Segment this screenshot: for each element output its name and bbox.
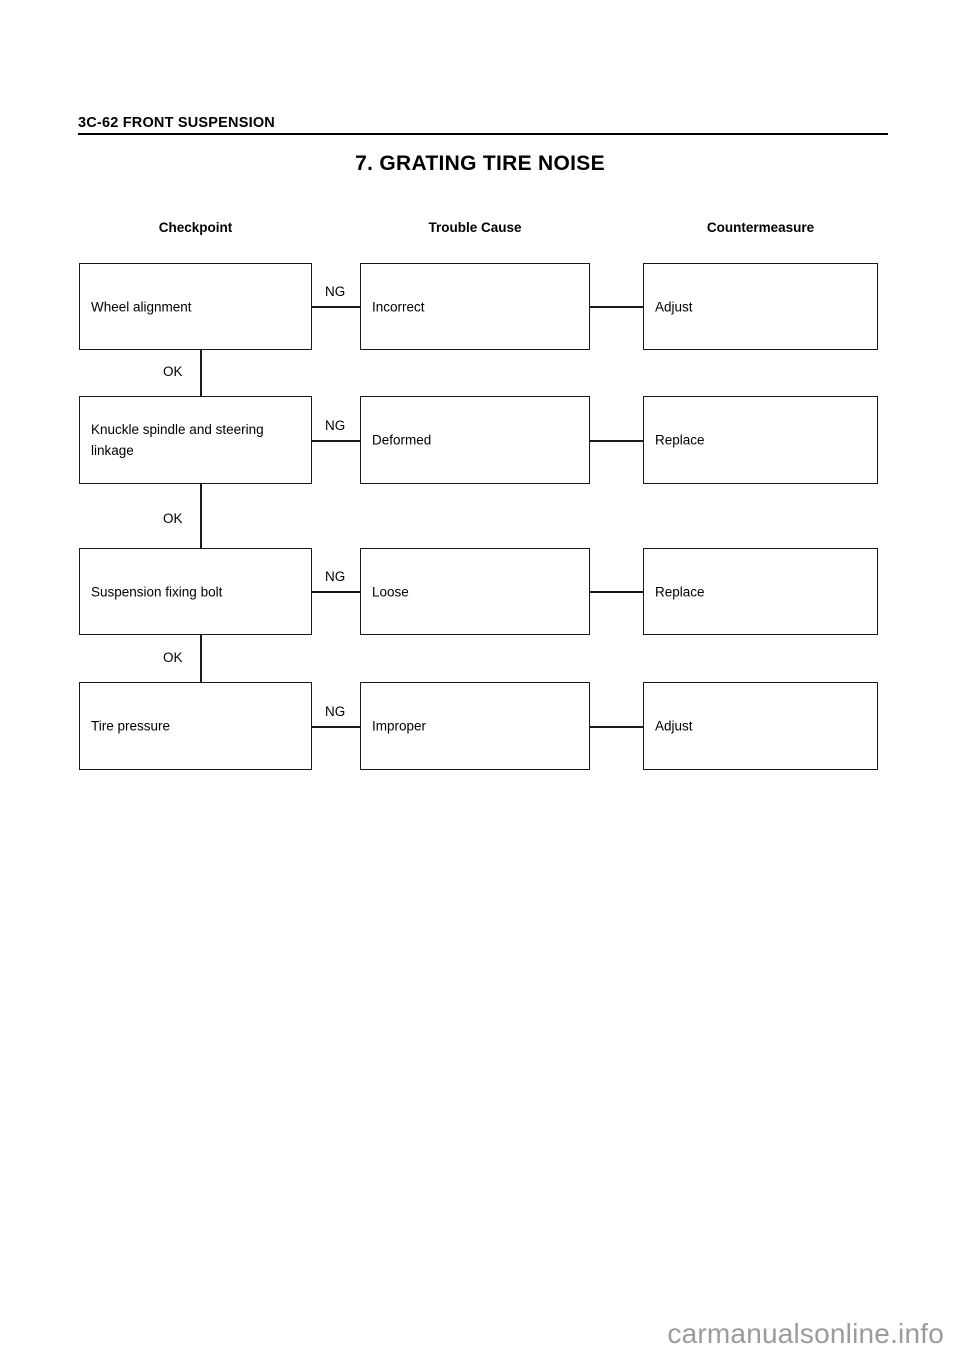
edge-label-ng-1: NG [325,284,346,299]
connector-checkpoint-to-cause-2 [312,440,360,442]
connector-checkpoint-to-cause-4 [312,726,360,728]
connector-ok-2 [200,484,202,548]
troubleshooting-flowchart: Wheel alignment NG Incorrect Adjust OK K… [0,0,960,1358]
site-watermark: carmanualsonline.info [667,1318,944,1349]
countermeasure-label-1: Adjust [655,299,693,314]
countermeasure-box-1: Adjust [643,263,878,350]
edge-label-ng-3: NG [325,569,346,584]
countermeasure-label-4: Adjust [655,718,693,734]
edge-label-ok-1: OK [163,364,183,379]
trouble-cause-label-4: Improper [372,718,427,734]
checkpoint-box-3: Suspension fixing bolt [79,548,312,635]
countermeasure-label-2: Replace [655,432,705,448]
trouble-cause-label-3: Loose [372,584,409,599]
connector-cause-to-countermeasure-2 [590,440,643,442]
checkpoint-label-4: Tire pressure [91,718,171,734]
trouble-cause-label-2: Deformed [372,432,432,448]
checkpoint-box-1: Wheel alignment [79,263,312,350]
countermeasure-box-4: Adjust [643,682,878,770]
trouble-cause-box-1: Incorrect [360,263,590,350]
countermeasure-box-2: Replace [643,396,878,484]
trouble-cause-box-2: Deformed [360,396,590,484]
connector-checkpoint-to-cause-1 [312,306,360,308]
connector-cause-to-countermeasure-1 [590,306,643,308]
trouble-cause-box-3: Loose [360,548,590,635]
connector-cause-to-countermeasure-3 [590,591,643,593]
checkpoint-box-2: Knuckle spindle and steering linkage [79,396,312,484]
checkpoint-label-1: Wheel alignment [91,299,192,314]
checkpoint-label-2: Knuckle spindle and steering linkage [91,422,264,458]
edge-label-ok-3: OK [163,650,183,665]
countermeasure-label-3: Replace [655,584,705,599]
countermeasure-box-3: Replace [643,548,878,635]
connector-cause-to-countermeasure-4 [590,726,643,728]
trouble-cause-label-1: Incorrect [372,299,425,314]
edge-label-ng-4: NG [325,704,346,719]
checkpoint-box-4: Tire pressure [79,682,312,770]
checkpoint-label-3: Suspension fixing bolt [91,584,223,599]
connector-ok-1 [200,350,202,396]
edge-label-ok-2: OK [163,511,183,526]
connector-checkpoint-to-cause-3 [312,591,360,593]
connector-ok-3 [200,635,202,682]
edge-label-ng-2: NG [325,418,346,433]
trouble-cause-box-4: Improper [360,682,590,770]
